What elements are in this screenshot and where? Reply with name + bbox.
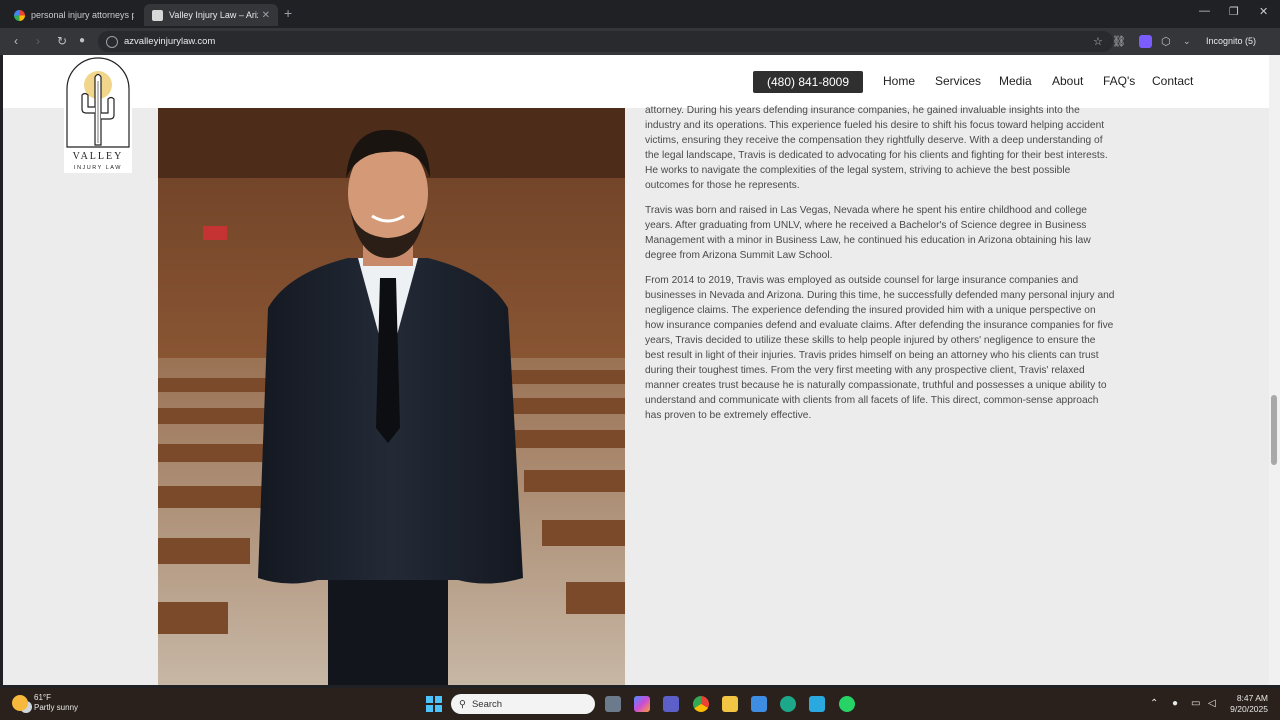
- attorney-photo: [158, 108, 625, 685]
- bio-paragraph: Travis was born and raised in Las Vegas,…: [645, 205, 1091, 261]
- copilot-icon[interactable]: [634, 696, 650, 712]
- weather-description: Partly sunny: [34, 703, 79, 712]
- phone-button[interactable]: (480) 841-8009: [753, 71, 863, 93]
- microphone-tray-icon[interactable]: ●: [1172, 698, 1178, 709]
- weather-widget[interactable]: 61°F Partly sunny: [12, 693, 78, 713]
- network-icon[interactable]: ▭: [1191, 698, 1200, 709]
- cactus-logo-icon: VALLEY INJURY LAW: [66, 57, 130, 171]
- nav-contact[interactable]: Contact: [1152, 74, 1193, 88]
- tab-search-results[interactable]: personal injury attorneys pho: [6, 4, 142, 26]
- nav-media[interactable]: Media: [999, 74, 1032, 88]
- nav-faqs[interactable]: FAQ's: [1103, 74, 1135, 88]
- forward-icon[interactable]: ›: [36, 34, 40, 48]
- attorney-bio: attorney. During his years defending ins…: [645, 103, 1115, 433]
- extension-icon[interactable]: [1139, 35, 1152, 48]
- logo-text-injury-law: INJURY LAW: [74, 165, 122, 171]
- reload-icon[interactable]: ↻: [57, 34, 67, 48]
- nav-services[interactable]: Services: [935, 74, 981, 88]
- file-explorer-icon[interactable]: [722, 696, 738, 712]
- nav-home[interactable]: Home: [883, 74, 915, 88]
- site-favicon-icon: [152, 9, 163, 21]
- teams-icon[interactable]: [663, 696, 679, 712]
- page-scrollbar[interactable]: [1269, 55, 1280, 685]
- url-text: azvalleyinjurylaw.com: [124, 36, 216, 47]
- google-icon: [14, 9, 25, 21]
- restore-icon[interactable]: ❐: [1229, 5, 1239, 18]
- extensions-puzzle-icon[interactable]: ⬡: [1161, 35, 1171, 48]
- page-viewport: (480) 841-8009 Home Services Media About…: [3, 55, 1269, 685]
- site-header: (480) 841-8009 Home Services Media About…: [3, 55, 1269, 108]
- browser-tab-strip: personal injury attorneys pho Valley Inj…: [0, 0, 1280, 28]
- browser-toolbar: ‹ › ↻ ● azvalleyinjurylaw.com ☆ ⛓ ⬡ ⌄ In…: [0, 28, 1280, 55]
- chevron-down-icon[interactable]: ⌄: [1183, 36, 1191, 47]
- incognito-indicator[interactable]: Incognito (5): [1206, 36, 1256, 46]
- back-icon[interactable]: ‹: [14, 34, 18, 48]
- address-bar[interactable]: azvalleyinjurylaw.com: [98, 31, 1113, 52]
- minimize-icon[interactable]: —: [1199, 5, 1210, 17]
- courtroom-portrait-image: [158, 108, 625, 685]
- start-button-icon[interactable]: [426, 696, 442, 712]
- taskbar-search[interactable]: ⚲ Search: [451, 694, 595, 714]
- new-tab-icon[interactable]: +: [284, 5, 292, 21]
- bookmark-star-icon[interactable]: ☆: [1093, 35, 1103, 48]
- edge-icon[interactable]: [780, 696, 796, 712]
- clock-time: 8:47 AM: [1236, 693, 1268, 703]
- logo-text-valley: VALLEY: [73, 151, 124, 162]
- microphone-icon[interactable]: ●: [79, 35, 85, 46]
- scrollbar-thumb[interactable]: [1271, 395, 1277, 465]
- tab-valley-injury-law[interactable]: Valley Injury Law – Arizona's T ✕: [144, 4, 278, 26]
- windows-taskbar: 61°F Partly sunny ⚲ Search ⌃ ● ▭ ◁ 8:47 …: [0, 688, 1280, 720]
- tab-title: Valley Injury Law – Arizona's T: [169, 10, 258, 20]
- search-icon: ⚲: [459, 698, 466, 710]
- valley-injury-law-logo[interactable]: VALLEY INJURY LAW: [64, 55, 132, 173]
- bio-paragraph: From 2014 to 2019, Travis was employed a…: [645, 275, 1115, 421]
- task-view-icon[interactable]: [605, 696, 621, 712]
- close-window-icon[interactable]: ✕: [1259, 5, 1268, 18]
- weather-temperature: 61°F: [34, 693, 51, 702]
- chevron-up-icon[interactable]: ⌃: [1150, 698, 1158, 709]
- tab-title: personal injury attorneys pho: [31, 10, 134, 20]
- close-tab-icon[interactable]: ✕: [258, 10, 270, 21]
- partly-sunny-icon: [12, 695, 28, 711]
- bio-paragraph: attorney. During his years defending ins…: [645, 105, 1108, 191]
- whatsapp-icon[interactable]: [839, 696, 855, 712]
- search-placeholder: Search: [471, 698, 503, 710]
- clock-date: 9/20/2025: [1230, 704, 1268, 714]
- volume-icon[interactable]: ◁: [1208, 698, 1216, 709]
- chrome-icon[interactable]: [693, 696, 709, 712]
- system-clock[interactable]: 8:47 AM 9/20/2025: [1222, 693, 1268, 715]
- share-link-icon[interactable]: ⛓: [1112, 35, 1126, 48]
- microsoft-store-icon[interactable]: [751, 696, 767, 712]
- notepad-icon[interactable]: [809, 696, 825, 712]
- nav-about[interactable]: About: [1052, 74, 1083, 88]
- site-info-icon[interactable]: [106, 35, 118, 48]
